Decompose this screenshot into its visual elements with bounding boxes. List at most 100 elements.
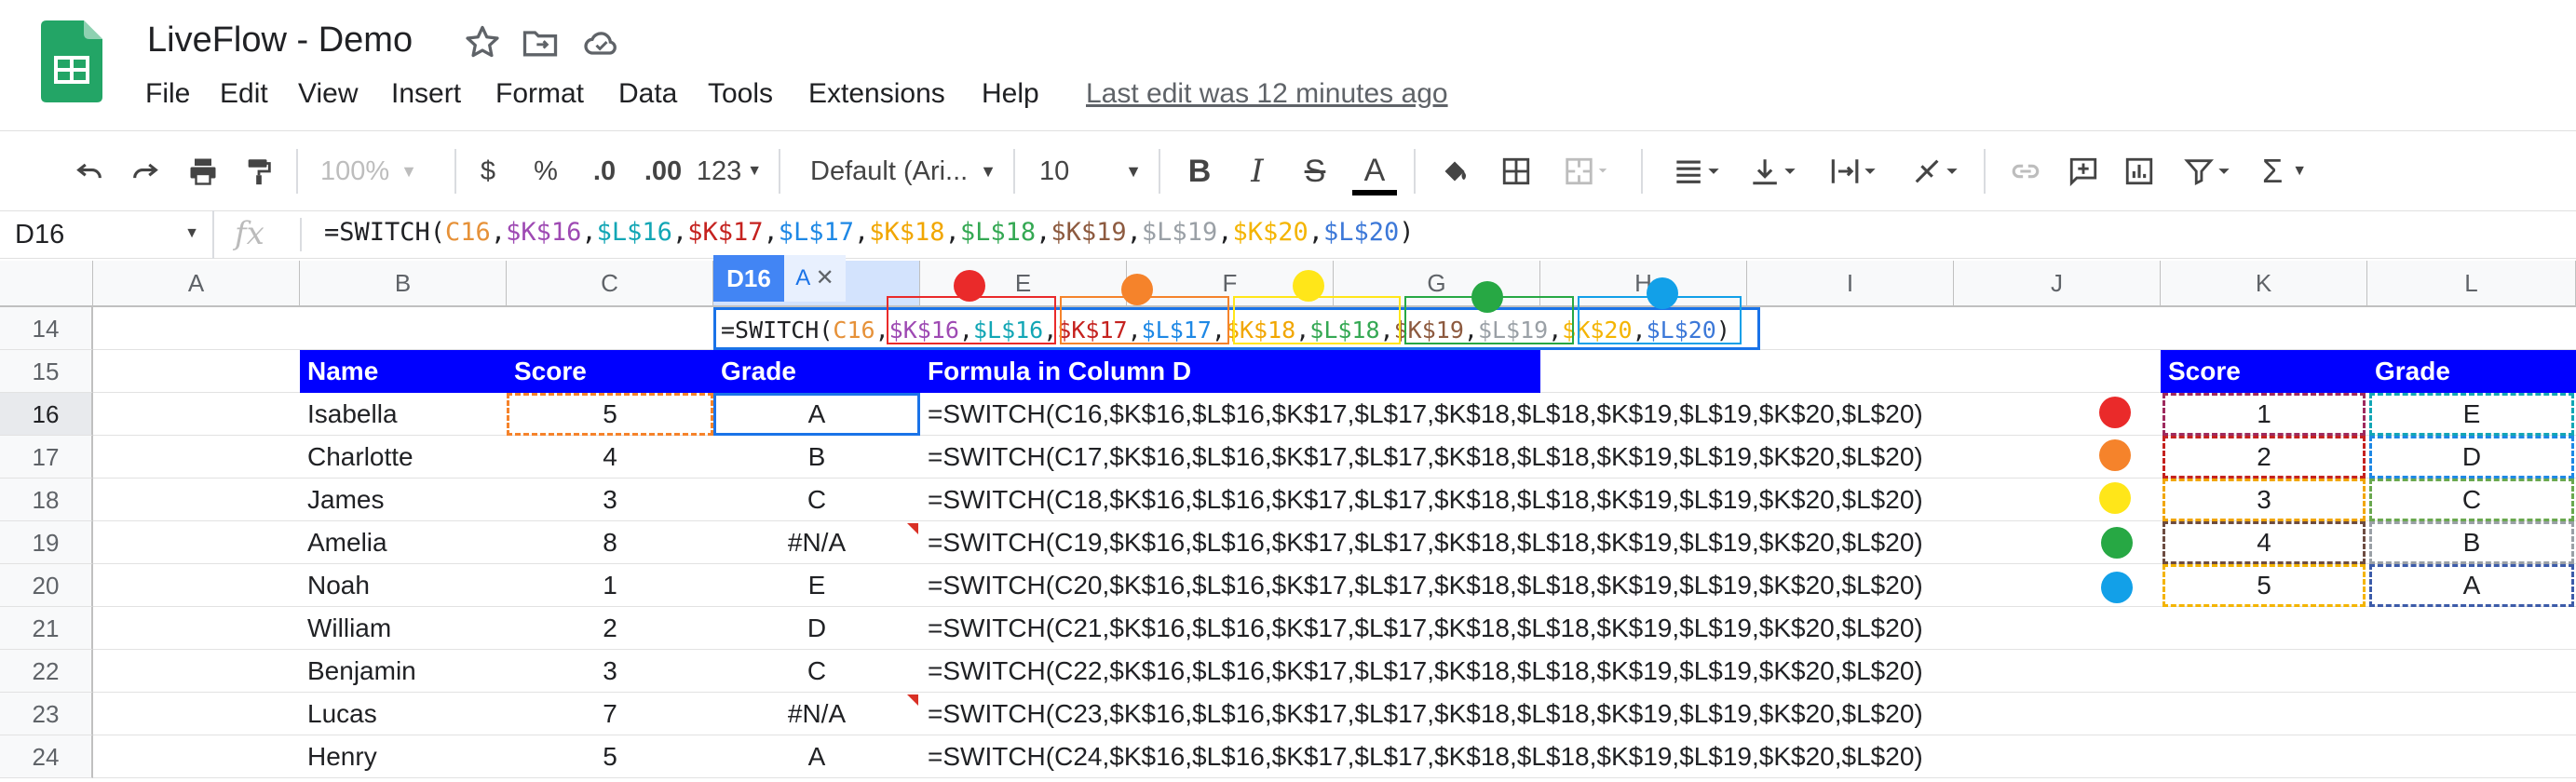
name-box[interactable]: D16 ▼ (0, 210, 214, 259)
cell-grade-error[interactable]: #N/A (713, 693, 920, 735)
cell-grade[interactable]: A (713, 735, 920, 778)
menu-view[interactable]: View (298, 78, 358, 110)
cell-formula[interactable]: =SWITCH(C21,$K$16,$L$16,$K$17,$L$17,$K$1… (928, 607, 1923, 650)
zoom-select[interactable]: 100% ▼ (320, 151, 441, 192)
formula-input[interactable]: =SWITCH(C16,$K$16,$L$16,$K$17,$L$17,$K$1… (324, 218, 1415, 247)
menu-data[interactable]: Data (618, 78, 677, 110)
menu-file[interactable]: File (145, 78, 190, 110)
cell-name[interactable]: Henry (307, 735, 377, 778)
cell-grade[interactable]: E (713, 564, 920, 607)
menu-help[interactable]: Help (982, 78, 1039, 110)
cell-score[interactable]: 3 (507, 650, 713, 693)
insert-chart-icon[interactable] (2118, 151, 2161, 192)
cell-grade[interactable]: C (713, 650, 920, 693)
merge-cells-icon[interactable] (1550, 151, 1624, 192)
number-format-select[interactable]: 123 ▼ (695, 151, 764, 192)
row-header[interactable]: 22 (0, 650, 93, 693)
currency-format-button[interactable]: $ (469, 151, 507, 192)
cell-name[interactable]: William (307, 607, 391, 650)
menu-tools[interactable]: Tools (708, 78, 773, 110)
cell-name[interactable]: James (307, 479, 384, 521)
row-header[interactable]: 24 (0, 735, 93, 778)
cell-name[interactable]: Amelia (307, 521, 387, 564)
lookup-cell-grade[interactable]: D (2369, 436, 2574, 479)
cell-formula[interactable]: =SWITCH(C19,$K$16,$L$16,$K$17,$L$17,$K$1… (928, 521, 1923, 564)
cell-name[interactable]: Charlotte (307, 436, 414, 479)
bold-button[interactable]: B (1179, 151, 1220, 192)
cell-grade-active[interactable]: A (713, 393, 920, 436)
paint-format-icon[interactable] (237, 151, 281, 192)
vertical-align-icon[interactable] (1742, 151, 1807, 192)
star-icon[interactable] (462, 22, 503, 63)
print-icon[interactable] (181, 151, 225, 192)
text-color-button[interactable]: A (1352, 151, 1397, 196)
row-header[interactable]: 21 (0, 607, 93, 650)
cell-grade[interactable]: B (713, 436, 920, 479)
insert-comment-icon[interactable] (2062, 151, 2105, 192)
column-header-c[interactable]: C (507, 261, 713, 307)
lookup-cell-grade[interactable]: A (2369, 564, 2574, 607)
percent-format-button[interactable]: % (525, 151, 566, 192)
lookup-cell-grade[interactable]: E (2369, 393, 2574, 436)
redo-icon[interactable] (123, 151, 168, 192)
cell-name[interactable]: Lucas (307, 693, 377, 735)
insert-link-icon[interactable] (2004, 151, 2047, 192)
cell-formula[interactable]: =SWITCH(C20,$K$16,$L$16,$K$17,$L$17,$K$1… (928, 564, 1923, 607)
italic-button[interactable]: I (1237, 151, 1278, 192)
column-header-b[interactable]: B (300, 261, 507, 307)
cell-formula[interactable]: =SWITCH(C17,$K$16,$L$16,$K$17,$L$17,$K$1… (928, 436, 1923, 479)
borders-icon[interactable] (1494, 151, 1539, 192)
cell-grade-error[interactable]: #N/A (713, 521, 920, 564)
cell-score[interactable]: 7 (507, 693, 713, 735)
strikethrough-button[interactable]: S (1295, 151, 1335, 192)
column-header-k[interactable]: K (2161, 261, 2367, 307)
menu-extensions[interactable]: Extensions (808, 78, 945, 110)
cell-formula[interactable]: =SWITCH(C23,$K$16,$L$16,$K$17,$L$17,$K$1… (928, 693, 1923, 735)
cell-score[interactable]: 5 (507, 393, 713, 436)
select-all-corner[interactable] (0, 261, 93, 307)
column-header-l[interactable]: L (2367, 261, 2576, 307)
error-indicator-icon[interactable] (907, 694, 918, 706)
column-header-j[interactable]: J (1954, 261, 2161, 307)
menu-format[interactable]: Format (495, 78, 584, 110)
row-header[interactable]: 17 (0, 436, 93, 479)
undo-icon[interactable] (67, 151, 112, 192)
lookup-cell-score[interactable]: 4 (2162, 521, 2366, 564)
lookup-cell-score[interactable]: 3 (2162, 479, 2366, 521)
cell-name[interactable]: Benjamin (307, 650, 416, 693)
font-size-select[interactable]: 10 ▼ (1039, 151, 1142, 192)
lookup-cell-score[interactable]: 2 (2162, 436, 2366, 479)
filter-icon[interactable] (2176, 151, 2241, 192)
decrease-decimal-button[interactable]: .0 (583, 151, 626, 192)
row-header[interactable]: 20 (0, 564, 93, 607)
cell-name[interactable]: Noah (307, 564, 370, 607)
row-header[interactable]: 18 (0, 479, 93, 521)
cell-score[interactable]: 8 (507, 521, 713, 564)
cell-grade[interactable]: C (713, 479, 920, 521)
lookup-cell-grade[interactable]: C (2369, 479, 2574, 521)
row-header[interactable]: 23 (0, 693, 93, 735)
menu-insert[interactable]: Insert (391, 78, 461, 110)
cell-formula[interactable]: =SWITCH(C18,$K$16,$L$16,$K$17,$L$17,$K$1… (928, 479, 1923, 521)
row-header[interactable]: 16 (0, 393, 93, 436)
cell-grade[interactable]: D (713, 607, 920, 650)
cell-score[interactable]: 4 (507, 436, 713, 479)
sheets-logo-icon[interactable] (41, 20, 102, 102)
row-header[interactable]: 19 (0, 521, 93, 564)
horizontal-align-icon[interactable] (1665, 151, 1730, 192)
menu-edit[interactable]: Edit (220, 78, 268, 110)
fill-color-icon[interactable] (1432, 151, 1477, 192)
text-wrapping-icon[interactable] (1822, 151, 1887, 192)
increase-decimal-button[interactable]: .00 (637, 151, 689, 192)
cell-formula[interactable]: =SWITCH(C24,$K$16,$L$16,$K$17,$L$17,$K$1… (928, 735, 1923, 778)
close-icon[interactable]: ✕ (816, 265, 834, 290)
last-edit-link[interactable]: Last edit was 12 minutes ago (1086, 78, 1448, 110)
functions-button[interactable]: Σ ▼ (2252, 151, 2317, 192)
cell-score[interactable]: 3 (507, 479, 713, 521)
column-header-i[interactable]: I (1747, 261, 1954, 307)
error-indicator-icon[interactable] (907, 523, 918, 534)
cell-score[interactable]: 1 (507, 564, 713, 607)
move-folder-icon[interactable] (520, 22, 561, 63)
cell-score[interactable]: 2 (507, 607, 713, 650)
font-family-select[interactable]: Default (Ari... ▼ (810, 151, 997, 192)
